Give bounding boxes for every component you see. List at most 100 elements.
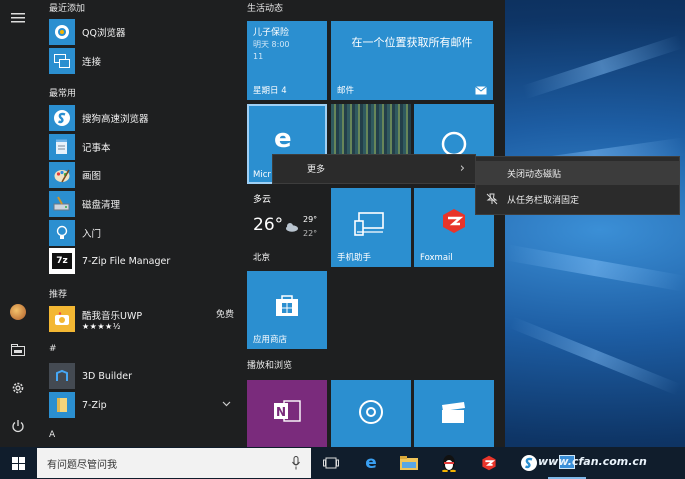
edge-tile-label: Micr: [253, 170, 271, 180]
hash-header: #: [49, 344, 57, 354]
phone-assistant-label: 手机助手: [337, 253, 372, 263]
mail-tile-text: 在一个位置获取所有邮件: [351, 36, 473, 49]
app-item-7zip-folder[interactable]: 7-Zip: [49, 392, 231, 418]
cloud-icon: [286, 223, 298, 232]
calendar-event: 儿子保险: [253, 28, 290, 38]
hamburger-menu-button[interactable]: [0, 0, 36, 36]
app-item-notepad[interactable]: 记事本: [49, 134, 241, 160]
close-live-tile-label: 关闭动态磁贴: [507, 169, 562, 180]
unpin-taskbar-item[interactable]: 从任务栏取消固定: [476, 187, 679, 211]
app-label: 磁盘清理: [82, 200, 121, 211]
app-label: 连接: [82, 57, 102, 68]
task-view-button[interactable]: [312, 447, 350, 479]
foxmail-label: Foxmail: [420, 253, 453, 263]
app-item-sogou[interactable]: 搜狗高速浏览器: [49, 105, 241, 131]
app-label: 搜狗高速浏览器: [82, 114, 149, 125]
weather-condition: 多云: [253, 195, 272, 205]
mail-icon: [475, 86, 487, 95]
onenote-icon: N: [274, 400, 301, 422]
calendar-tile-label: 星期日 4: [253, 86, 287, 96]
calendar-time: 明天 8:00: [253, 40, 290, 49]
frequent-header: 最常用: [49, 89, 77, 99]
movies-tile[interactable]: [414, 380, 494, 447]
app-label: 7-Zip: [82, 399, 107, 411]
hamburger-icon: [11, 13, 25, 23]
onenote-tile[interactable]: N: [247, 380, 327, 447]
app-label: 画图: [82, 171, 102, 182]
notepad-icon: [49, 134, 75, 160]
a-header: A: [49, 430, 56, 440]
calendar-tile[interactable]: 儿子保险 明天 8:00 11 星期日 4: [247, 21, 327, 100]
taskbar-qq[interactable]: [430, 447, 468, 479]
taskbar-foxmail[interactable]: [470, 447, 508, 479]
start-button[interactable]: [0, 447, 36, 479]
start-rail: [0, 0, 36, 447]
gear-icon: [12, 382, 24, 394]
phone-assistant-tile[interactable]: 手机助手: [331, 188, 411, 267]
unpin-taskbar-label: 从任务栏取消固定: [507, 195, 580, 206]
close-live-tile-item[interactable]: 关闭动态磁贴: [476, 161, 679, 185]
disk-cleanup-icon: [49, 191, 75, 217]
connect-icon: [49, 48, 75, 74]
context-menu: 更多 ›: [272, 154, 476, 184]
more-label: 更多: [307, 164, 326, 175]
group1-title: 生活动态: [247, 4, 284, 14]
app-item-qqbrowser[interactable]: QQ浏览器: [49, 19, 241, 45]
store-label: 应用商店: [253, 335, 288, 345]
clapperboard-icon: [442, 402, 465, 423]
start-menu: 最近添加 QQ浏览器 连接 最常用 搜狗高速浏览器 记事本 画图 磁盘清理 入门…: [0, 0, 505, 447]
calendar-extra: 11: [253, 52, 264, 61]
app-item-3dbuilder[interactable]: 3D Builder: [49, 363, 241, 389]
rating-stars: ★★★★½: [82, 321, 121, 331]
lightbulb-icon: [49, 220, 75, 246]
group2-title: 播放和浏览: [247, 361, 293, 371]
app-item-paint[interactable]: 画图: [49, 162, 241, 188]
app-item-kuwo[interactable]: 酷我音乐UWP ★★★★½ 免费: [49, 305, 234, 333]
taskbar-edge[interactable]: e: [352, 447, 390, 479]
taskbar-file-explorer[interactable]: [390, 447, 428, 479]
settings-button[interactable]: [0, 370, 36, 406]
qq-penguin-icon: [442, 455, 456, 472]
weather-tile[interactable]: 多云 26° 29° 22° 北京: [247, 188, 327, 267]
store-tile[interactable]: 应用商店: [247, 271, 327, 349]
user-avatar-button[interactable]: [0, 294, 36, 330]
svg-text:N: N: [276, 405, 286, 419]
context-menu-more[interactable]: 更多 ›: [273, 156, 475, 180]
phone-laptop-icon: [354, 212, 384, 236]
file-explorer-icon: [11, 344, 25, 356]
app-label: 3D Builder: [82, 370, 132, 382]
search-box[interactable]: 有问题尽管问我: [37, 448, 311, 478]
watermark: www.cfan.com.cn: [538, 455, 647, 468]
file-explorer-button[interactable]: [0, 332, 36, 368]
weather-low: 22°: [303, 229, 318, 238]
search-placeholder: 有问题尽管问我: [47, 460, 117, 471]
app-label: 记事本: [82, 143, 111, 154]
chevron-right-icon: ›: [459, 160, 465, 176]
power-icon: [12, 420, 24, 433]
app-label: 入门: [82, 229, 102, 240]
app-item-7zip-fm[interactable]: 7z 7-Zip File Manager: [49, 248, 241, 274]
mail-tile[interactable]: 在一个位置获取所有邮件 邮件: [331, 21, 493, 100]
weather-high: 29°: [303, 215, 318, 224]
context-submenu: 关闭动态磁贴 从任务栏取消固定: [475, 156, 680, 215]
app-item-get-started[interactable]: 入门: [49, 220, 241, 246]
power-button[interactable]: [0, 408, 36, 444]
app-label: 酷我音乐UWP: [82, 310, 143, 322]
unpin-icon: [486, 193, 498, 205]
windows-logo-icon: [11, 456, 25, 470]
microphone-icon[interactable]: [292, 456, 300, 470]
sogou-browser-icon: [521, 455, 537, 471]
qqbrowser-icon: [49, 19, 75, 45]
kuwo-music-icon: [49, 306, 75, 332]
music-disc-icon: [359, 400, 383, 424]
chevron-down-icon[interactable]: [222, 401, 231, 407]
taskbar: 有问题尽管问我 e www.cfan.com.cn: [0, 447, 685, 479]
foxmail-icon: [443, 209, 465, 233]
foxmail-icon: [482, 455, 496, 471]
kuwo-text: 酷我音乐UWP ★★★★½: [82, 308, 142, 331]
app-item-connect[interactable]: 连接: [49, 48, 241, 74]
app-item-disk-cleanup[interactable]: 磁盘清理: [49, 191, 241, 217]
avatar: [10, 304, 26, 320]
groove-music-tile[interactable]: [331, 380, 411, 447]
paint-icon: [49, 162, 75, 188]
